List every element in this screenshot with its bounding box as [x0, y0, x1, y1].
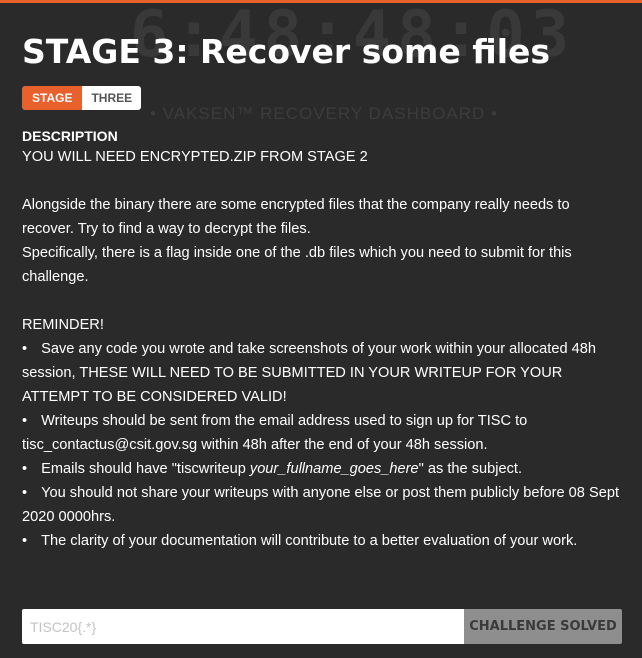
bullet-dot-icon: • — [22, 461, 28, 477]
description-paragraph-1: Alongside the binary there are some encr… — [22, 197, 570, 237]
bullet-dot-icon: • — [22, 533, 28, 549]
reminder-bullet-text: You should not share your writeups with … — [22, 485, 619, 525]
bullet-dot-icon: • — [22, 413, 28, 429]
reminder-heading: REMINDER! — [22, 317, 104, 333]
description-paragraph-2: Specifically, there is a flag inside one… — [22, 245, 572, 285]
challenge-panel: 6:48:48:03 • VAKSEN™ RECOVERY DASHBOARD … — [0, 0, 642, 658]
reminder-bullet: • Save any code you wrote and take screen… — [22, 337, 622, 409]
requirement-text: YOU WILL NEED ENCRYPTED.ZIP FROM STAGE 2 — [22, 149, 368, 165]
stage-badge-value: THREE — [82, 86, 142, 110]
reminder-bullet-text: The clarity of your documentation will c… — [41, 533, 578, 549]
description-body: YOU WILL NEED ENCRYPTED.ZIP FROM STAGE 2… — [22, 145, 622, 553]
reminder-bullet-text: Writeups should be sent from the email a… — [22, 413, 528, 453]
reminder-bullet: • The clarity of your documentation will … — [22, 529, 622, 553]
reminder-bullet-text-start: Emails should have "tiscwriteup — [41, 461, 250, 477]
challenge-solved-button[interactable]: CHALLENGE SOLVED — [464, 609, 622, 644]
flag-input[interactable] — [22, 609, 464, 644]
challenge-content: STAGE 3: Recover some files STAGE THREE … — [22, 30, 622, 553]
stage-badge: STAGE THREE — [22, 86, 142, 110]
bullet-dot-icon: • — [22, 341, 28, 357]
reminder-bullet-text-end: " as the subject. — [418, 461, 522, 477]
bullet-dot-icon: • — [22, 485, 28, 501]
challenge-title: STAGE 3: Recover some files — [22, 32, 551, 71]
reminder-bullet: • Emails should have "tiscwriteup your_fu… — [22, 457, 622, 481]
reminder-bullet: • Writeups should be sent from the email … — [22, 409, 622, 457]
stage-badge-label: STAGE — [22, 86, 83, 110]
reminder-bullet: • You should not share your writeups with… — [22, 481, 622, 529]
reminder-bullet-text: Save any code you wrote and take screens… — [22, 341, 596, 405]
fullname-placeholder-text: your_fullname_goes_here — [249, 461, 419, 477]
description-heading: DESCRIPTION — [22, 128, 118, 144]
flag-submission-form: CHALLENGE SOLVED — [22, 609, 622, 644]
